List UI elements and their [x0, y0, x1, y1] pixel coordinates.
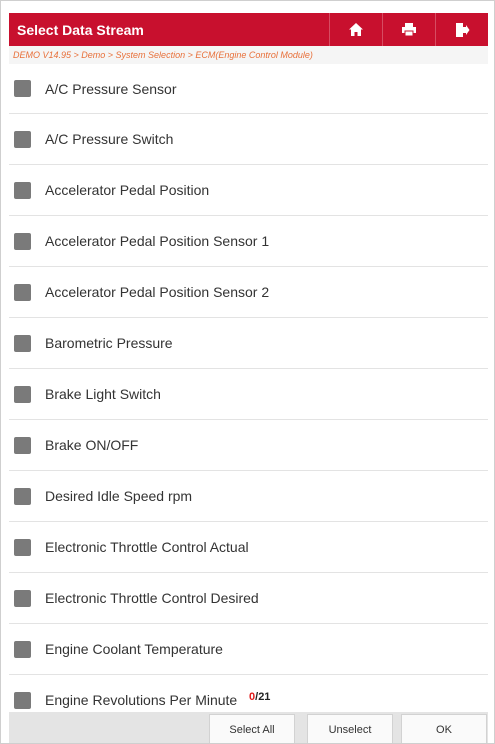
item-label: A/C Pressure Switch [45, 131, 174, 147]
checkbox[interactable] [14, 130, 31, 148]
item-label: Accelerator Pedal Position Sensor 2 [45, 284, 270, 300]
checkbox[interactable] [14, 80, 31, 97]
page-indicator: 0/21 [249, 691, 270, 703]
list-item[interactable]: Brake Light Switch [9, 369, 488, 420]
list-item[interactable]: Engine Coolant Temperature [9, 624, 488, 675]
checkbox[interactable] [14, 691, 31, 709]
ok-button[interactable]: OK [401, 714, 487, 743]
list-item[interactable]: A/C Pressure Switch [9, 114, 488, 165]
checkbox[interactable] [14, 181, 31, 199]
list-item[interactable]: Accelerator Pedal Position [9, 165, 488, 216]
list-item[interactable]: Accelerator Pedal Position Sensor 2 [9, 267, 488, 318]
item-label: A/C Pressure Sensor [45, 80, 177, 97]
list-item[interactable]: Electronic Throttle Control Actual [9, 522, 488, 573]
home-button[interactable] [329, 13, 382, 46]
item-label: Engine Coolant Temperature [45, 641, 223, 657]
page-title: Select Data Stream [17, 21, 144, 38]
printer-icon [402, 23, 416, 37]
list-item[interactable]: Electronic Throttle Control Desired [9, 573, 488, 624]
breadcrumb: DEMO V14.95 > Demo > System Selection > … [9, 46, 488, 64]
select-all-button[interactable]: Select All [209, 714, 295, 743]
print-button[interactable] [382, 13, 435, 46]
item-label: Brake Light Switch [45, 386, 161, 402]
item-label: Brake ON/OFF [45, 437, 139, 453]
exit-icon [455, 22, 469, 37]
checkbox[interactable] [14, 232, 31, 250]
list-item[interactable]: A/C Pressure Sensor [9, 64, 488, 114]
item-label: Barometric Pressure [45, 335, 173, 351]
item-label: Accelerator Pedal Position Sensor 1 [45, 233, 270, 249]
app-window: Select Data Stream DEMO V14.95 > Demo > … [0, 0, 495, 744]
total-pages: 21 [258, 691, 271, 703]
item-label: Accelerator Pedal Position [45, 182, 210, 198]
item-label: Engine Revolutions Per Minute [45, 692, 238, 708]
checkbox[interactable] [14, 436, 31, 454]
exit-button[interactable] [435, 13, 488, 46]
data-stream-list: A/C Pressure Sensor A/C Pressure Switch … [9, 64, 488, 712]
list-item[interactable]: Brake ON/OFF [9, 420, 488, 471]
list-item[interactable]: Desired Idle Speed rpm [9, 471, 488, 522]
checkbox[interactable] [14, 589, 31, 607]
checkbox[interactable] [14, 640, 31, 658]
item-label: Electronic Throttle Control Actual [45, 539, 249, 555]
home-icon [349, 23, 363, 36]
checkbox[interactable] [14, 487, 31, 505]
footer-bar: Select All Unselect OK [9, 712, 488, 743]
checkbox[interactable] [14, 283, 31, 301]
list-item[interactable]: Accelerator Pedal Position Sensor 1 [9, 216, 488, 267]
item-label: Electronic Throttle Control Desired [45, 590, 259, 606]
unselect-button[interactable]: Unselect [307, 714, 393, 743]
checkbox[interactable] [14, 334, 31, 352]
item-label: Desired Idle Speed rpm [45, 488, 193, 504]
title-bar: Select Data Stream [9, 13, 488, 46]
list-item[interactable]: Barometric Pressure [9, 318, 488, 369]
checkbox[interactable] [14, 385, 31, 403]
checkbox[interactable] [14, 538, 31, 556]
